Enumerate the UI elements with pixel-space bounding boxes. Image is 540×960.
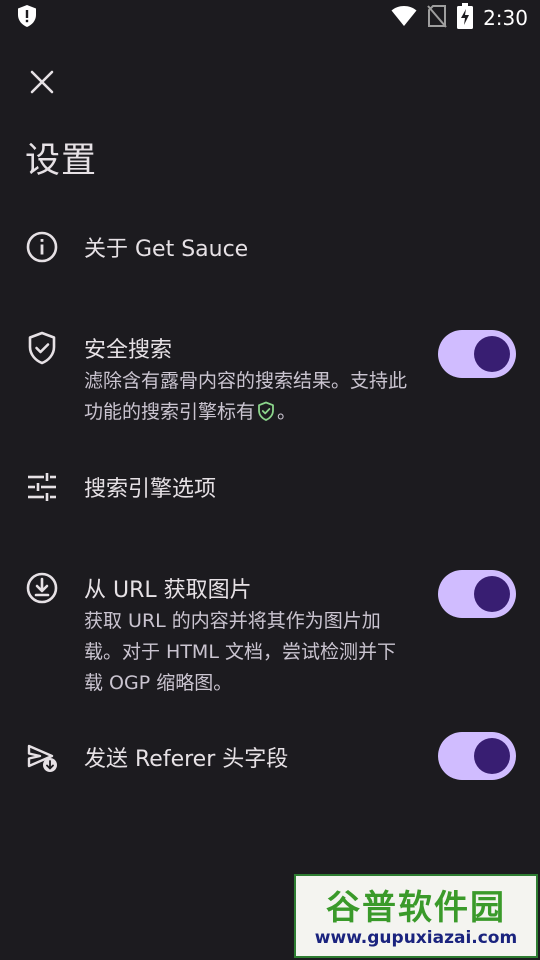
settings-item-referer[interactable]: 发送 Referer 头字段 bbox=[0, 730, 540, 786]
info-icon bbox=[24, 229, 60, 265]
description-end: 。 bbox=[277, 401, 297, 423]
settings-item-label: 安全搜索 bbox=[84, 338, 173, 363]
status-bar: 2:30 bbox=[0, 0, 540, 36]
send-download-icon bbox=[24, 740, 60, 776]
settings-item-about[interactable]: 关于 Get Sauce bbox=[0, 218, 540, 276]
clock: 2:30 bbox=[483, 6, 528, 30]
battery-charging-icon bbox=[457, 3, 474, 33]
shield-alert-icon bbox=[16, 4, 38, 32]
no-sim-icon bbox=[427, 4, 447, 32]
shield-check-icon bbox=[24, 330, 60, 366]
settings-item-label: 发送 Referer 头字段 bbox=[84, 747, 289, 772]
toggle-knob bbox=[474, 576, 510, 612]
close-icon bbox=[30, 70, 54, 98]
toggle-knob bbox=[474, 336, 510, 372]
safe-search-shield-icon bbox=[257, 400, 275, 431]
settings-item-url-fetch[interactable]: 从 URL 获取图片 获取 URL 的内容并将其作为图片加载。对于 HTML 文… bbox=[0, 564, 540, 704]
safe-search-toggle[interactable] bbox=[438, 330, 516, 378]
settings-item-label: 关于 Get Sauce bbox=[84, 237, 249, 262]
referer-toggle[interactable] bbox=[438, 732, 516, 780]
watermark-title: 谷普软件园 bbox=[326, 888, 506, 928]
settings-item-engine-options[interactable]: 搜索引擎选项 bbox=[0, 458, 540, 516]
settings-item-description: 滤除含有露骨内容的搜索结果。支持此功能的搜索引擎标有。 bbox=[84, 366, 414, 431]
download-circle-icon bbox=[24, 570, 60, 606]
close-button[interactable] bbox=[22, 64, 62, 104]
settings-item-label: 从 URL 获取图片 bbox=[84, 578, 252, 603]
page-title: 设置 bbox=[25, 141, 98, 181]
watermark-logo: 谷普软件园 www.gupuxiazai.com bbox=[294, 874, 538, 958]
description-text: 滤除含有露骨内容的搜索结果。支持此功能的搜索引擎标有 bbox=[84, 370, 408, 423]
wifi-icon bbox=[391, 5, 417, 31]
settings-item-label: 搜索引擎选项 bbox=[84, 477, 217, 502]
settings-item-safe-search[interactable]: 安全搜索 滤除含有露骨内容的搜索结果。支持此功能的搜索引擎标有。 bbox=[0, 324, 540, 434]
settings-item-description: 获取 URL 的内容并将其作为图片加载。对于 HTML 文档，尝试检测并下载 O… bbox=[84, 610, 396, 694]
toggle-knob bbox=[474, 738, 510, 774]
watermark-url: www.gupuxiazai.com bbox=[314, 928, 518, 948]
tune-icon bbox=[24, 469, 60, 505]
url-fetch-toggle[interactable] bbox=[438, 570, 516, 618]
